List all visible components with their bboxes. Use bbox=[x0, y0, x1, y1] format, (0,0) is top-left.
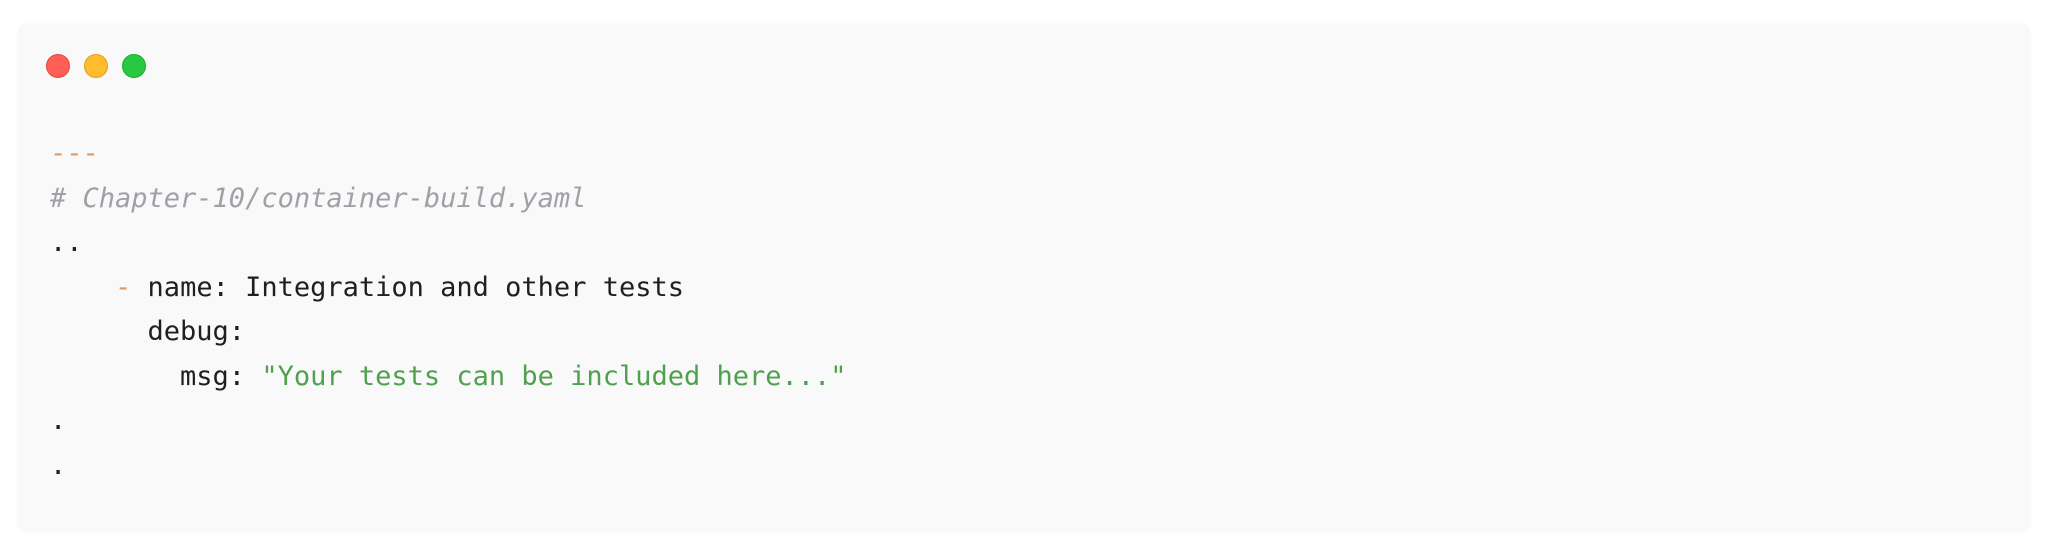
dot-line: . bbox=[50, 449, 67, 481]
list-dash: - bbox=[115, 271, 132, 303]
ellipsis-line: .. bbox=[50, 227, 83, 258]
msg-string-value: "Your tests can be included here..." bbox=[261, 360, 847, 392]
zoom-dot-icon[interactable] bbox=[122, 54, 146, 78]
code-line-1: --- bbox=[50, 132, 847, 177]
dot-line: . bbox=[50, 405, 67, 436]
code-line-5: debug: bbox=[50, 310, 847, 355]
code-line-7: . bbox=[50, 399, 847, 444]
code-line-3: .. bbox=[50, 221, 847, 266]
minimize-dot-icon[interactable] bbox=[84, 54, 108, 78]
debug-key: debug: bbox=[50, 316, 246, 347]
yaml-document-separator: --- bbox=[50, 138, 99, 169]
close-dot-icon[interactable] bbox=[46, 54, 70, 78]
code-line-6: msg: "Your tests can be included here...… bbox=[50, 355, 847, 400]
yaml-comment: # Chapter-10/container-build.yaml bbox=[50, 182, 587, 214]
code-block: --- # Chapter-10/container-build.yaml.. -… bbox=[50, 132, 847, 488]
code-line-8: . bbox=[50, 444, 847, 489]
window-controls bbox=[46, 54, 146, 78]
code-window: --- # Chapter-10/container-build.yaml.. -… bbox=[18, 24, 2030, 532]
task-name: name: Integration and other tests bbox=[131, 271, 684, 303]
msg-key: msg: bbox=[50, 360, 262, 392]
code-line-4: - name: Integration and other tests bbox=[50, 266, 847, 311]
code-line-2: # Chapter-10/container-build.yaml bbox=[50, 177, 847, 222]
